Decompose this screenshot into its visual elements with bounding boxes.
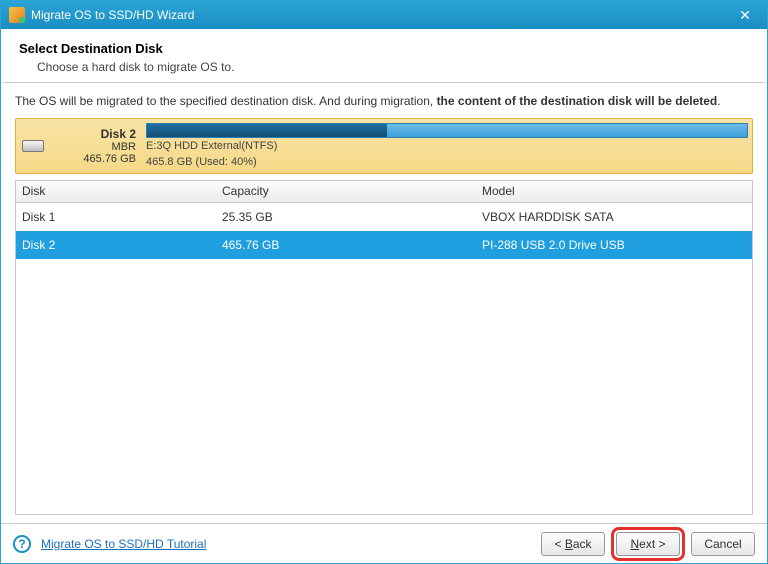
cell-capacity: 25.35 GB — [216, 210, 476, 224]
warning-text: The OS will be migrated to the specified… — [15, 93, 753, 110]
next-highlight: Next > — [611, 527, 685, 561]
disk-info-left: Disk 2 MBR 465.76 GB — [20, 123, 142, 169]
cell-disk: Disk 1 — [16, 210, 216, 224]
cell-model: VBOX HARDDISK SATA — [476, 210, 752, 224]
warning-bold: the content of the destination disk will… — [437, 94, 718, 108]
disk-info-right: E:3Q HDD External(NTFS) 465.8 GB (Used: … — [142, 123, 748, 169]
titlebar: Migrate OS to SSD/HD Wizard ✕ — [1, 1, 767, 29]
col-header-disk[interactable]: Disk — [16, 184, 216, 198]
warning-pre: The OS will be migrated to the specified… — [15, 94, 437, 108]
cell-disk: Disk 2 — [16, 238, 216, 252]
disk-usage-bar — [146, 123, 748, 139]
help-icon[interactable]: ? — [13, 535, 31, 553]
close-icon[interactable]: ✕ — [731, 7, 759, 24]
disk-usage-fill — [147, 124, 387, 138]
table-header: Disk Capacity Model — [16, 181, 752, 203]
app-icon — [9, 7, 25, 23]
disk-table: Disk Capacity Model Disk 1 25.35 GB VBOX… — [15, 180, 753, 515]
footer: ? Migrate OS to SSD/HD Tutorial < Back N… — [1, 523, 767, 563]
cell-model: PI-288 USB 2.0 Drive USB — [476, 238, 752, 252]
selected-disk-panel: Disk 2 MBR 465.76 GB E:3Q HDD External(N… — [15, 118, 753, 174]
disk-name: Disk 2 — [101, 127, 136, 141]
cancel-button[interactable]: Cancel — [691, 532, 755, 556]
table-row[interactable]: Disk 1 25.35 GB VBOX HARDDISK SATA — [16, 203, 752, 231]
wizard-header: Select Destination Disk Choose a hard di… — [1, 29, 767, 82]
disk-size: 465.76 GB — [83, 153, 136, 165]
col-header-capacity[interactable]: Capacity — [216, 184, 476, 198]
back-button[interactable]: < Back — [541, 532, 605, 556]
next-button[interactable]: Next > — [616, 532, 680, 556]
hdd-icon — [22, 140, 44, 152]
disk-icon-box — [20, 123, 46, 169]
cell-capacity: 465.76 GB — [216, 238, 476, 252]
table-body: Disk 1 25.35 GB VBOX HARDDISK SATA Disk … — [16, 203, 752, 514]
table-row[interactable]: Disk 2 465.76 GB PI-288 USB 2.0 Drive US… — [16, 231, 752, 259]
col-header-model[interactable]: Model — [476, 184, 752, 198]
tutorial-link[interactable]: Migrate OS to SSD/HD Tutorial — [41, 537, 206, 551]
disk-scheme: MBR — [112, 141, 136, 153]
content-area: The OS will be migrated to the specified… — [1, 83, 767, 523]
partition-usage: 465.8 GB (Used: 40%) — [146, 156, 748, 169]
wizard-window: Migrate OS to SSD/HD Wizard ✕ Select Des… — [0, 0, 768, 564]
warning-suffix: . — [717, 94, 720, 108]
page-subtitle: Choose a hard disk to migrate OS to. — [37, 60, 749, 74]
partition-label: E:3Q HDD External(NTFS) — [146, 140, 748, 153]
window-title: Migrate OS to SSD/HD Wizard — [31, 8, 731, 22]
page-title: Select Destination Disk — [19, 41, 749, 56]
disk-meta: Disk 2 MBR 465.76 GB — [46, 123, 142, 169]
